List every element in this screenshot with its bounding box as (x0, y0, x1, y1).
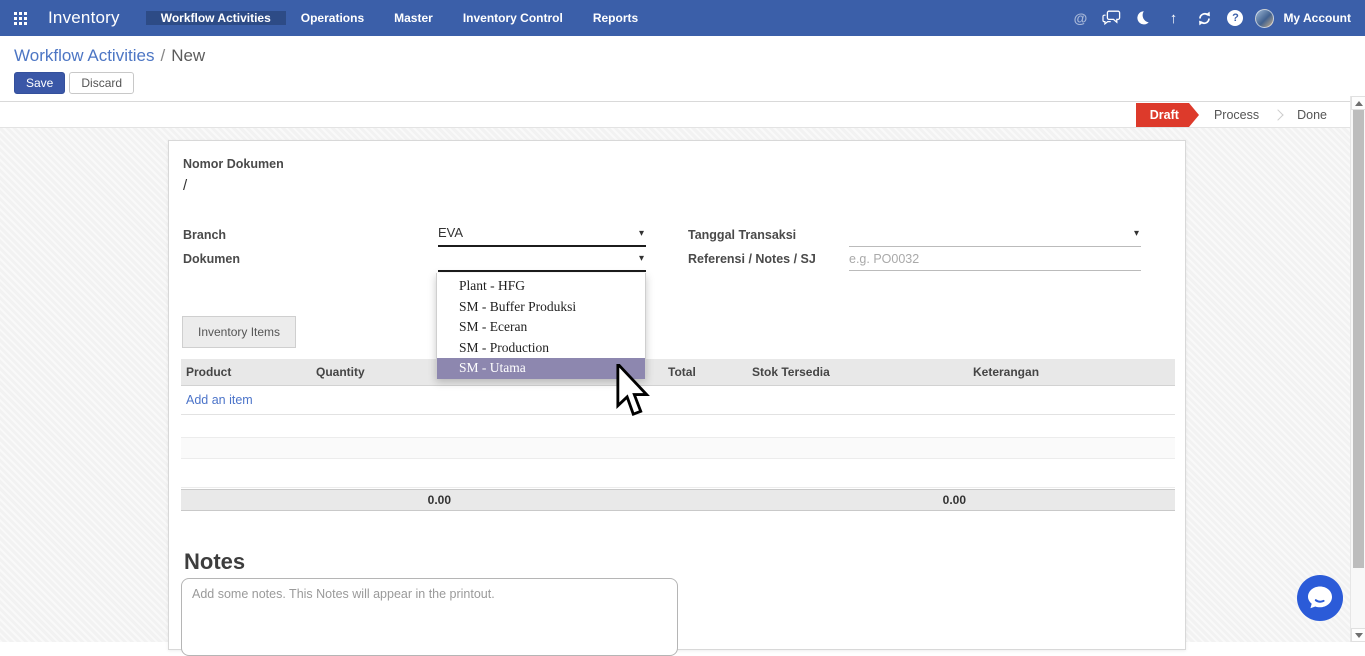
stok-tersedia-total: 0.00 (942, 493, 966, 507)
table-header-row: Product Quantity Total Stok Tersedia Ket… (181, 359, 1175, 386)
status-chevron-icon (1272, 109, 1284, 121)
dropdown-option-sm-production[interactable]: SM - Production (437, 338, 645, 359)
vertical-scrollbar[interactable] (1350, 96, 1365, 642)
chat-support-button[interactable] (1297, 575, 1343, 621)
notes-textarea[interactable] (181, 578, 678, 656)
referensi-input[interactable] (849, 249, 1141, 269)
apps-grid-icon[interactable] (0, 0, 40, 36)
caret-down-icon: ▾ (638, 253, 644, 264)
add-an-item-link[interactable]: Add an item (181, 393, 253, 407)
col-header-total: Total (668, 365, 696, 379)
col-header-product: Product (186, 365, 232, 379)
scroll-up-button[interactable] (1351, 96, 1365, 110)
dropdown-option-sm-eceran[interactable]: SM - Eceran (437, 317, 645, 338)
breadcrumb-separator: / (160, 46, 166, 65)
save-button[interactable]: Save (14, 72, 66, 94)
help-icon[interactable]: ? (1224, 7, 1246, 29)
status-draft[interactable]: Draft (1135, 103, 1200, 127)
dokumen-label: Dokumen (183, 252, 240, 266)
empty-row (181, 459, 1175, 488)
dropdown-option-sm-utama[interactable]: SM - Utama (437, 358, 645, 379)
menu-item-workflow-activities[interactable]: Workflow Activities (145, 11, 286, 25)
main-content: Nomor Dokumen / Branch EVA ▾ Dokumen ▾ T… (0, 128, 1350, 656)
breadcrumb: Workflow Activities / New (14, 46, 205, 66)
tab-inventory-items[interactable]: Inventory Items (182, 316, 297, 348)
mentions-icon[interactable]: @ (1069, 7, 1091, 29)
empty-row (181, 438, 1175, 459)
breadcrumb-parent-link[interactable]: Workflow Activities (14, 46, 154, 65)
col-header-stok-tersedia: Stok Tersedia (752, 365, 830, 379)
chat-bubble-icon (1297, 575, 1343, 621)
status-band: Draft Process Done (0, 101, 1350, 128)
col-header-quantity: Quantity (316, 365, 365, 379)
refresh-icon[interactable] (1193, 7, 1215, 29)
tanggal-transaksi-select[interactable]: ▾ (849, 225, 1141, 247)
discard-button[interactable]: Discard (69, 72, 135, 94)
messages-icon[interactable] (1100, 7, 1122, 29)
form-sheet: Nomor Dokumen / Branch EVA ▾ Dokumen ▾ T… (168, 140, 1186, 656)
branch-select[interactable]: EVA ▾ (438, 225, 646, 247)
referensi-label: Referensi / Notes / SJ (688, 252, 816, 266)
main-menu: Workflow Activities Operations Master In… (145, 11, 653, 25)
app-title: Inventory (48, 8, 120, 27)
dropdown-option-sm-buffer-produksi[interactable]: SM - Buffer Produksi (437, 297, 645, 318)
scroll-down-button[interactable] (1351, 628, 1365, 642)
notes-heading: Notes (184, 549, 246, 574)
col-header-keterangan: Keterangan (973, 365, 1040, 379)
menu-item-master[interactable]: Master (379, 11, 448, 25)
dropdown-option-plant-hfg[interactable]: Plant - HFG (437, 276, 645, 297)
triangle-up-icon (1354, 100, 1363, 106)
dokumen-select[interactable]: ▾ (438, 250, 646, 272)
nomor-dokumen-label: Nomor Dokumen (183, 157, 284, 171)
add-item-row: Add an item (181, 386, 1175, 415)
empty-row (181, 415, 1175, 438)
inventory-items-table: Product Quantity Total Stok Tersedia Ket… (181, 359, 1175, 511)
control-panel: Workflow Activities / New Save Discard (0, 36, 1365, 101)
tanggal-transaksi-label: Tanggal Transaksi (688, 228, 797, 242)
breadcrumb-current: New (171, 46, 206, 65)
nomor-dokumen-value: / (183, 177, 188, 194)
user-avatar[interactable] (1255, 8, 1275, 28)
menu-item-reports[interactable]: Reports (578, 11, 653, 25)
branch-label: Branch (183, 228, 227, 242)
dark-mode-moon-icon[interactable] (1131, 7, 1153, 29)
caret-down-icon: ▾ (638, 228, 644, 239)
table-footer-row: 0.00 0.00 (181, 489, 1175, 511)
status-done[interactable]: Done (1284, 103, 1340, 127)
my-account-button[interactable]: My Account (1283, 11, 1351, 25)
quantity-total: 0.00 (427, 493, 451, 507)
upload-arrow-icon[interactable]: ↑ (1162, 7, 1184, 29)
scrollbar-thumb[interactable] (1353, 110, 1364, 568)
menu-item-inventory-control[interactable]: Inventory Control (448, 11, 578, 25)
menu-item-operations[interactable]: Operations (286, 11, 379, 25)
caret-down-icon: ▾ (1133, 228, 1139, 239)
dokumen-dropdown-menu: Plant - HFG SM - Buffer Produksi SM - Ec… (436, 273, 646, 379)
status-process[interactable]: Process (1201, 103, 1272, 127)
triangle-down-icon (1354, 632, 1363, 638)
statusbar: Draft Process Done (1135, 103, 1340, 127)
top-navbar: Inventory Workflow Activities Operations… (0, 0, 1365, 36)
referensi-field-wrap (849, 249, 1141, 271)
branch-value: EVA (438, 225, 464, 240)
